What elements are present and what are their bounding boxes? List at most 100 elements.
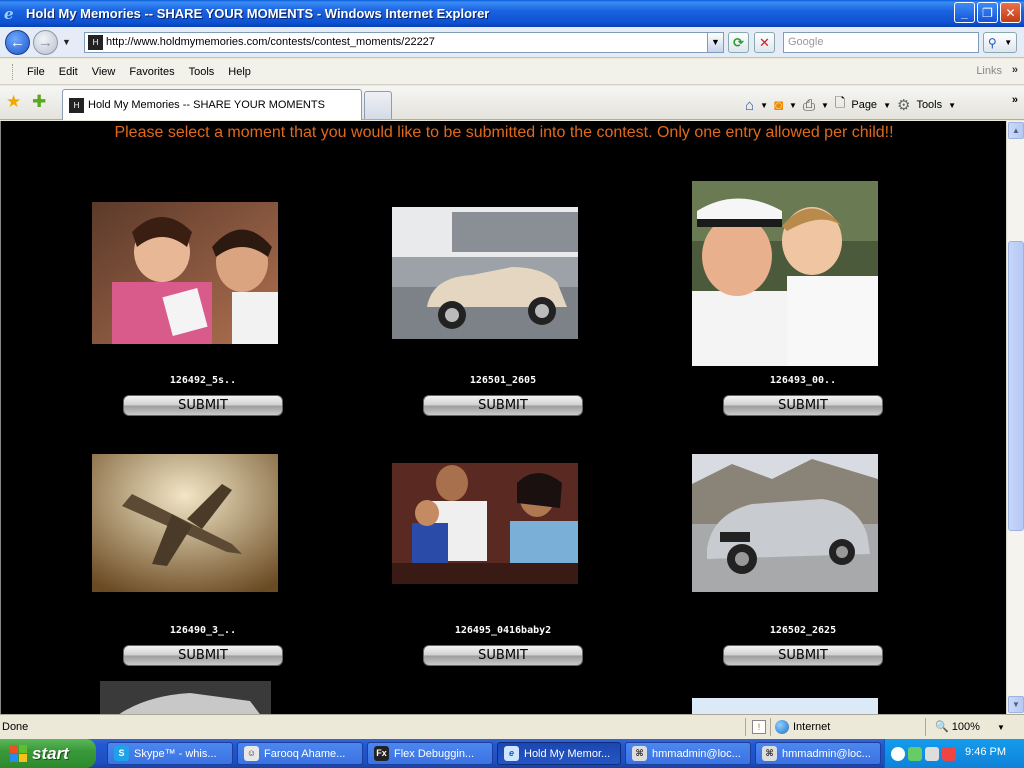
menu-file[interactable]: File [20, 66, 52, 78]
tray-expand-icon[interactable] [891, 746, 905, 761]
minimize-button[interactable]: _ [954, 2, 975, 23]
links-toolbar[interactable]: Links [976, 65, 1002, 77]
back-button[interactable]: ← [5, 30, 30, 55]
submit-button[interactable]: SUBMIT [123, 395, 283, 416]
family-with-baby-photo [392, 463, 578, 584]
window-title-bar[interactable]: e Hold My Memories -- SHARE YOUR MOMENTS… [0, 0, 1024, 27]
command-bar-chevron-icon[interactable]: » [1012, 94, 1018, 106]
feeds-dropdown-icon[interactable]: ▼ [789, 101, 797, 110]
scroll-up-icon[interactable]: ▲ [1008, 122, 1024, 139]
tray-security-icon[interactable] [942, 746, 956, 761]
moment-caption: 126492_5s.. [169, 375, 237, 386]
favorites-star-icon[interactable]: ★ [6, 92, 21, 112]
sky-photo [692, 698, 878, 714]
taskbar-button-ssh-2[interactable]: ⌘ hmmadmin@loc... [755, 742, 881, 765]
page-menu-button[interactable]: Page [851, 99, 877, 111]
moment-caption: 126501_2605 [469, 375, 537, 386]
ie-logo-icon: e [4, 4, 14, 23]
submit-button[interactable]: SUBMIT [723, 395, 883, 416]
maximize-button[interactable]: ❐ [977, 2, 998, 23]
submit-button[interactable]: SUBMIT [123, 645, 283, 666]
status-divider [745, 718, 746, 736]
taskbar-button-flex[interactable]: Fx Flex Debuggin... [367, 742, 493, 765]
taskbar-button-chat[interactable]: ☺ Farooq Ahame... [237, 742, 363, 765]
zoom-control[interactable]: 🔍 100% ▼ [935, 720, 1005, 733]
refresh-button[interactable]: ⟳ [728, 32, 749, 53]
taskbar-label: hmmadmin@loc... [782, 747, 871, 760]
search-options-dropdown-icon[interactable]: ▼ [1004, 38, 1012, 47]
taskbar-button-skype[interactable]: S Skype™ - whis... [107, 742, 233, 765]
start-button[interactable]: start [0, 739, 96, 768]
moment-thumbnail[interactable] [692, 181, 878, 366]
moment-thumbnail[interactable] [692, 698, 878, 714]
silver-sedan-photo [692, 454, 878, 592]
contest-instructions: Please select a moment that you would li… [114, 124, 894, 141]
flex-icon: Fx [374, 746, 389, 761]
status-bar: Done ! Internet 🔍 100% ▼ [0, 714, 1024, 739]
taskbar-button-ssh-1[interactable]: ⌘ hmmadmin@loc... [625, 742, 751, 765]
menu-tools[interactable]: Tools [182, 66, 222, 78]
windows-logo-icon [10, 745, 27, 762]
moment-thumbnail[interactable] [392, 463, 578, 584]
taskbar-label: Skype™ - whis... [134, 747, 217, 760]
menu-favorites[interactable]: Favorites [122, 66, 181, 78]
submit-button[interactable]: SUBMIT [423, 645, 583, 666]
forward-button[interactable]: → [33, 30, 58, 55]
security-warning-icon[interactable]: ! [752, 720, 766, 734]
internet-globe-icon [775, 720, 789, 734]
status-divider [770, 718, 771, 736]
page-dropdown-icon[interactable]: ▼ [883, 101, 891, 110]
zoom-dropdown-icon[interactable]: ▼ [997, 723, 1005, 732]
moment-thumbnail[interactable] [100, 681, 271, 714]
security-zone[interactable]: Internet [775, 720, 830, 734]
skype-icon: S [114, 746, 129, 761]
menu-bar: File Edit View Favorites Tools Help Link… [0, 59, 1024, 85]
moment-thumbnail[interactable] [692, 454, 878, 592]
moment-thumbnail[interactable] [92, 202, 278, 344]
tray-app-icon[interactable] [908, 746, 922, 761]
taskbar-label: Flex Debuggin... [394, 747, 475, 760]
taskbar-button-ie[interactable]: e Hold My Memor... [497, 742, 621, 765]
vertical-scrollbar[interactable]: ▲ ▼ [1006, 121, 1024, 714]
feeds-icon[interactable]: ◙ [774, 97, 783, 114]
new-tab-button[interactable] [364, 91, 392, 119]
menu-help[interactable]: Help [221, 66, 258, 78]
stop-icon: ✕ [759, 35, 770, 50]
menu-view[interactable]: View [85, 66, 123, 78]
print-icon[interactable]: ⎙ [803, 97, 815, 114]
terminal-icon: ⌘ [632, 746, 647, 761]
tools-menu-button[interactable]: Tools [916, 99, 942, 111]
submit-button[interactable]: SUBMIT [423, 395, 583, 416]
stop-button[interactable]: ✕ [754, 32, 775, 53]
window-title: Hold My Memories -- SHARE YOUR MOMENTS -… [26, 6, 490, 21]
officer-with-boy-photo [692, 181, 878, 366]
zoom-magnifier-icon: 🔍 [935, 721, 949, 733]
address-field[interactable]: H http://www.holdmymemories.com/contests… [84, 32, 724, 53]
recent-pages-dropdown-icon[interactable]: ▼ [62, 37, 71, 47]
toolbar-grip[interactable] [12, 63, 15, 80]
scroll-down-icon[interactable]: ▼ [1008, 696, 1024, 713]
tools-gear-icon: ⚙ [896, 97, 911, 114]
tools-dropdown-icon[interactable]: ▼ [948, 101, 956, 110]
tab-hold-my-memories[interactable]: H Hold My Memories -- SHARE YOUR MOMENTS [62, 89, 362, 120]
home-dropdown-icon[interactable]: ▼ [760, 101, 768, 110]
taskbar-label: hmmadmin@loc... [652, 747, 741, 760]
add-favorites-icon[interactable]: ✚ [32, 92, 46, 112]
scroll-thumb[interactable] [1008, 241, 1024, 531]
search-input[interactable]: Google [783, 32, 979, 53]
menu-edit[interactable]: Edit [52, 66, 85, 78]
moment-thumbnail[interactable] [92, 454, 278, 592]
clock[interactable]: 9:46 PM [965, 746, 1006, 758]
search-button[interactable]: ⚲ ▼ [983, 32, 1017, 53]
print-dropdown-icon[interactable]: ▼ [821, 101, 829, 110]
submit-button[interactable]: SUBMIT [723, 645, 883, 666]
tray-network-icon[interactable] [925, 746, 939, 761]
home-icon[interactable]: ⌂ [745, 97, 754, 114]
address-dropdown-icon[interactable]: ▼ [707, 32, 724, 53]
moment-caption: 126502_2625 [769, 625, 837, 636]
close-button[interactable]: ✕ [1000, 2, 1021, 23]
moment-thumbnail[interactable] [392, 207, 578, 339]
system-tray: 9:46 PM [884, 739, 1024, 768]
zoom-level: 100% [951, 721, 980, 733]
links-chevron-icon[interactable]: » [1012, 64, 1018, 76]
